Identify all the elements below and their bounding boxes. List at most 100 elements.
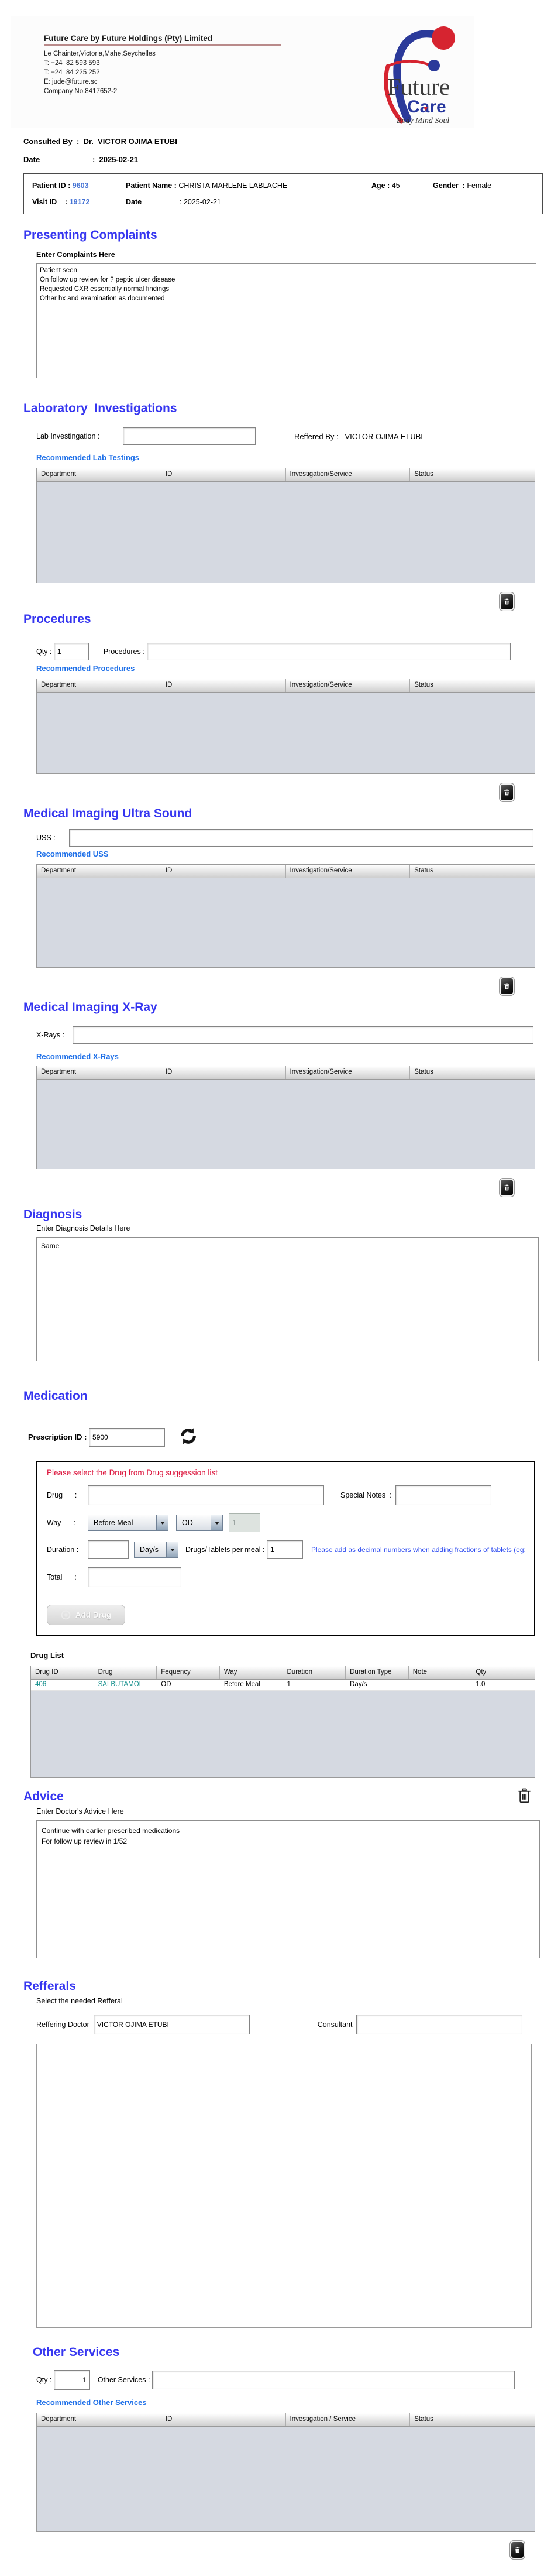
duration-unit-select[interactable]: Day/s bbox=[134, 1542, 178, 1558]
frequency-select[interactable]: OD bbox=[176, 1515, 223, 1531]
drug-qty-cell: 1.0 bbox=[471, 1680, 535, 1690]
col-department: Department bbox=[37, 1066, 161, 1079]
add-drug-button[interactable]: Add Drug bbox=[47, 1605, 125, 1625]
special-notes-input[interactable] bbox=[395, 1485, 491, 1505]
total-input[interactable] bbox=[88, 1567, 181, 1587]
patient-row-1: Patient ID : 9603 Patient Name : CHRISTA… bbox=[32, 181, 535, 190]
prescription-id-input[interactable] bbox=[89, 1428, 165, 1447]
col-drug-id: Drug ID bbox=[31, 1666, 94, 1679]
lab-delete-button[interactable] bbox=[499, 592, 515, 611]
col-status: Status bbox=[410, 865, 535, 878]
diagnosis-textarea[interactable]: Same bbox=[36, 1237, 539, 1361]
col-id: ID bbox=[161, 2413, 286, 2426]
referrals-label: Select the needed Refferal bbox=[36, 1997, 544, 2005]
recommended-uss-link: Recommended USS bbox=[36, 849, 544, 858]
other-qty-input[interactable] bbox=[54, 2370, 90, 2390]
patient-name: Patient Name : CHRISTA MARLENE LABLACHE bbox=[126, 181, 371, 190]
referred-by-label: Reffered By : bbox=[294, 432, 345, 441]
referring-doctor-input[interactable] bbox=[94, 2015, 250, 2034]
total-label: Total : bbox=[47, 1573, 88, 1581]
uss-table-body bbox=[37, 878, 535, 967]
drug-list-row[interactable]: 406 SALBUTAMOL OD Before Meal 1 Day/s 1.… bbox=[31, 1680, 535, 1691]
other-services-trash-row bbox=[0, 2540, 544, 2560]
section-title-lab: Laboratory Investigations bbox=[23, 402, 544, 416]
col-way: Way bbox=[220, 1666, 283, 1679]
per-meal-label: Drugs/Tablets per meal : bbox=[185, 1546, 267, 1554]
uss-delete-button[interactable] bbox=[499, 977, 515, 996]
other-services-delete-button[interactable] bbox=[509, 2540, 525, 2560]
consultant-input[interactable] bbox=[356, 2015, 522, 2034]
procedures-table: Department ID Investigation/Service Stat… bbox=[36, 679, 535, 774]
consulted-by-value: Dr. VICTOR OJIMA ETUBI bbox=[84, 137, 177, 146]
lab-input-row: Lab Investingation : Reffered By : VICTO… bbox=[36, 427, 544, 445]
duration-unit-value: Day/s bbox=[135, 1542, 163, 1557]
meal-time-select[interactable]: Before Meal bbox=[88, 1515, 168, 1531]
other-services-input[interactable] bbox=[152, 2371, 515, 2389]
col-qty: Qty bbox=[471, 1666, 535, 1679]
col-department: Department bbox=[37, 865, 161, 878]
chevron-down-icon bbox=[211, 1515, 222, 1530]
way-label: Way : bbox=[47, 1519, 88, 1527]
patient-age-value: 45 bbox=[392, 181, 400, 190]
patient-info-box: Patient ID : 9603 Patient Name : CHRISTA… bbox=[23, 173, 543, 214]
recommended-other-link: Recommended Other Services bbox=[36, 2398, 544, 2407]
section-title-uss: Medical Imaging Ultra Sound bbox=[23, 807, 544, 821]
advice-header-row: Advice bbox=[0, 1786, 532, 1806]
duration-input[interactable] bbox=[88, 1540, 129, 1559]
procedures-delete-button[interactable] bbox=[499, 783, 515, 802]
patient-id: Patient ID : 9603 bbox=[32, 181, 126, 190]
section-title-procedures: Procedures bbox=[23, 612, 544, 626]
drug-label: Drug : bbox=[47, 1491, 88, 1499]
patient-name-value: CHRISTA MARLENE LABLACHE bbox=[178, 181, 287, 190]
lab-investigation-input[interactable] bbox=[123, 427, 256, 445]
procedures-input[interactable] bbox=[147, 643, 511, 660]
col-id: ID bbox=[161, 865, 286, 878]
drug-row: Drug : Special Notes : bbox=[47, 1485, 534, 1505]
recommended-lab-link: Recommended Lab Testings bbox=[36, 453, 544, 462]
xray-input[interactable] bbox=[73, 1026, 533, 1044]
uss-input-row: USS : bbox=[36, 829, 544, 847]
chevron-down-icon bbox=[156, 1515, 168, 1530]
drug-duration-cell: 1 bbox=[283, 1680, 346, 1690]
company-name: Future Care by Future Holdings (Pty) Lim… bbox=[44, 34, 281, 44]
drug-suggestion-warning: Please select the Drug from Drug suggess… bbox=[47, 1468, 534, 1477]
company-info: Future Care by Future Holdings (Pty) Lim… bbox=[44, 34, 281, 96]
col-note: Note bbox=[409, 1666, 472, 1679]
col-status: Status bbox=[410, 1066, 535, 1079]
col-status: Status bbox=[410, 679, 535, 692]
other-services-label: Other Services : bbox=[94, 2376, 152, 2384]
logo-graphic: Future Care ♥ Body Mind Soul bbox=[351, 19, 473, 126]
per-meal-input[interactable] bbox=[267, 1540, 303, 1559]
uss-input[interactable] bbox=[69, 829, 533, 847]
procedures-qty-input[interactable] bbox=[54, 643, 89, 660]
consultant-label: Consultant bbox=[318, 2020, 357, 2029]
duration-row: Duration : Day/s Drugs/Tablets per meal … bbox=[47, 1540, 534, 1559]
section-title-advice: Advice bbox=[23, 1790, 64, 1804]
prescription-id-label: Prescription ID : bbox=[28, 1433, 89, 1441]
uss-label: USS : bbox=[36, 834, 69, 842]
advice-textarea[interactable]: Continue with earlier prescribed medicat… bbox=[36, 1820, 540, 1958]
drug-input[interactable] bbox=[88, 1485, 324, 1505]
complaints-textarea[interactable]: Patient seen On follow up review for ? p… bbox=[36, 263, 536, 378]
patient-age: Age : 45 bbox=[371, 181, 433, 190]
col-department: Department bbox=[37, 2413, 161, 2426]
bottom-spacer bbox=[0, 2560, 544, 2576]
col-id: ID bbox=[161, 1066, 286, 1079]
trash-icon bbox=[503, 597, 511, 606]
advice-delete-button[interactable] bbox=[517, 1786, 532, 1806]
xray-delete-button[interactable] bbox=[499, 1178, 515, 1197]
procedures-label: Procedures : bbox=[99, 648, 147, 656]
other-services-body bbox=[37, 2427, 535, 2531]
drug-frequency-cell: OD bbox=[157, 1680, 220, 1690]
col-service: Investigation/Service bbox=[286, 865, 411, 878]
col-id: ID bbox=[161, 679, 286, 692]
xray-table-body bbox=[37, 1080, 535, 1169]
company-phone-1: T: +24 82 593 593 bbox=[44, 59, 281, 68]
diagnosis-label: Enter Diagnosis Details Here bbox=[36, 1224, 544, 1232]
referral-list-box[interactable] bbox=[36, 2044, 532, 2328]
chevron-down-icon bbox=[166, 1542, 178, 1557]
drug-list-header: Drug ID Drug Fequency Way Duration Durat… bbox=[31, 1666, 535, 1680]
prescription-refresh-button[interactable] bbox=[171, 1419, 197, 1455]
future-care-logo: Future Care ♥ Body Mind Soul bbox=[351, 19, 473, 128]
other-qty-label: Qty : bbox=[36, 2376, 54, 2384]
